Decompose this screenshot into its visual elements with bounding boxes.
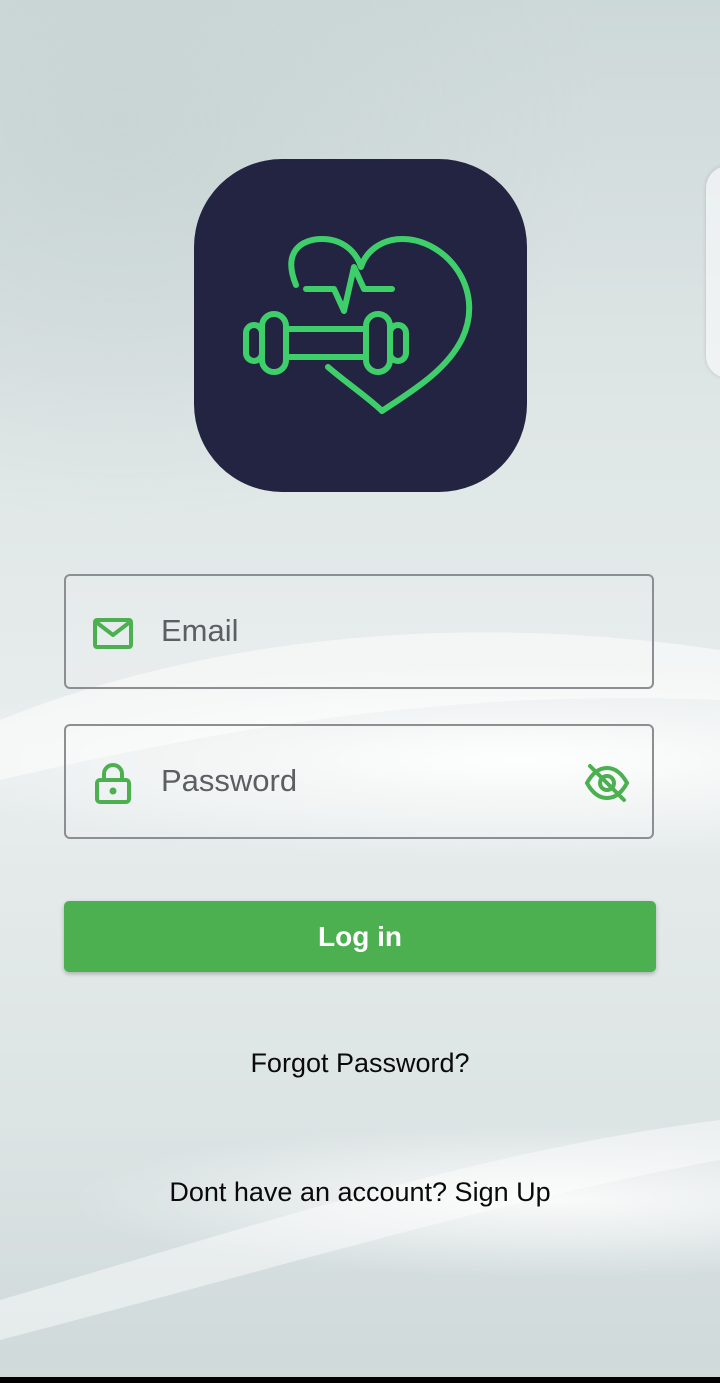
eye-off-icon[interactable] xyxy=(584,762,630,804)
email-input[interactable] xyxy=(161,601,561,661)
app-logo xyxy=(194,159,527,492)
heart-dumbbell-pulse-icon xyxy=(243,236,473,414)
mail-icon xyxy=(93,618,133,649)
signup-link[interactable]: Dont have an account? Sign Up xyxy=(0,1177,720,1208)
password-input[interactable] xyxy=(161,751,561,811)
forgot-password-link[interactable]: Forgot Password? xyxy=(0,1048,720,1079)
login-button[interactable]: Log in xyxy=(64,901,656,972)
password-field[interactable] xyxy=(64,724,654,839)
side-panel-handle[interactable] xyxy=(706,166,720,378)
bottom-edge xyxy=(0,1377,720,1383)
lock-icon xyxy=(95,763,131,804)
email-field[interactable] xyxy=(64,574,654,689)
